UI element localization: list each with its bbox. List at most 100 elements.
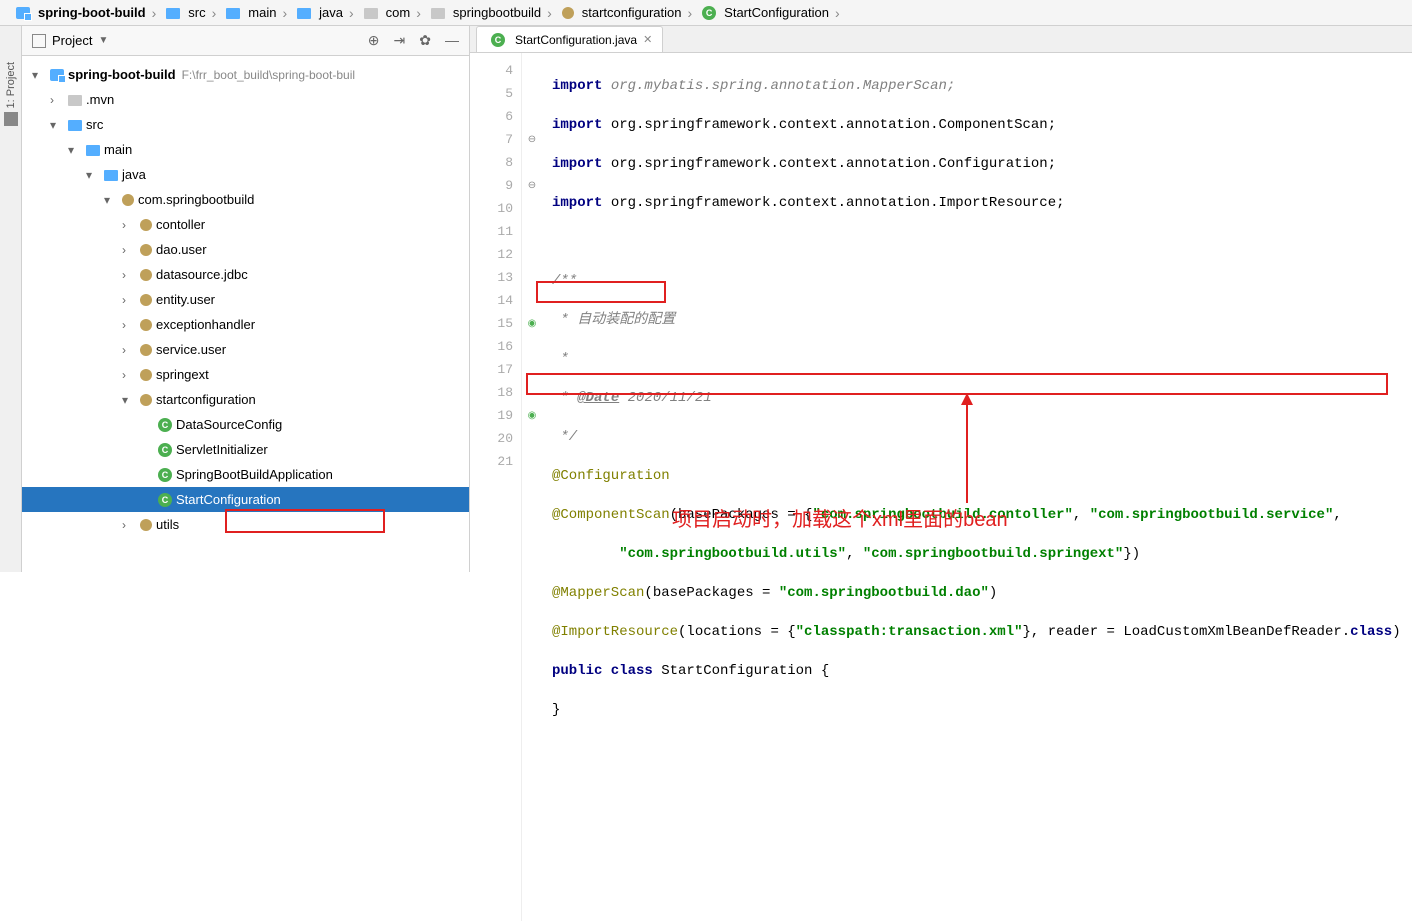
tree-row-startconfiguration[interactable]: ▾ startconfiguration [22, 387, 469, 412]
tree-row-springext[interactable]: ›springext [22, 362, 469, 387]
line-number: 19 [470, 404, 513, 427]
project-icon [4, 112, 18, 126]
breadcrumb-item-1[interactable]: src [158, 5, 209, 20]
breadcrumb-item-4[interactable]: com [356, 5, 415, 20]
expand-toggle[interactable]: ▾ [32, 68, 46, 82]
tree-label: com.springbootbuild [138, 192, 254, 207]
chevron-right-icon: › [547, 5, 552, 21]
tree-row-springbootbuildapplication[interactable]: CSpringBootBuildApplication [22, 462, 469, 487]
close-icon[interactable]: ✕ [643, 33, 652, 46]
tree-label: startconfiguration [156, 392, 256, 407]
line-number: 5 [470, 82, 513, 105]
folder-icon [431, 8, 445, 19]
tree-row--mvn[interactable]: ›.mvn [22, 87, 469, 112]
tree-label: contoller [156, 217, 205, 232]
line-number: 12 [470, 243, 513, 266]
expand-toggle[interactable]: › [122, 318, 136, 332]
breadcrumb-item-7[interactable]: CStartConfiguration [694, 5, 833, 20]
expand-toggle[interactable]: ▾ [104, 193, 118, 207]
folder-icon [68, 95, 82, 106]
expand-toggle[interactable]: ▾ [86, 168, 100, 182]
breadcrumb-item-6[interactable]: startconfiguration [554, 5, 686, 20]
expand-toggle[interactable]: ▾ [68, 143, 82, 157]
project-title[interactable]: Project ▼ [32, 33, 368, 48]
tree-label: dao.user [156, 242, 207, 257]
tree-row-startconfiguration[interactable]: C StartConfiguration [22, 487, 469, 512]
chevron-right-icon: › [835, 5, 840, 21]
tree-row-main[interactable]: ▾ main [22, 137, 469, 162]
folder-icon [68, 120, 82, 131]
package-icon [140, 294, 152, 306]
folder-icon [104, 170, 118, 181]
tree-row-service-user[interactable]: ›service.user [22, 337, 469, 362]
expand-toggle[interactable]: › [122, 343, 136, 357]
folder-icon [86, 145, 100, 156]
line-number: 6 [470, 105, 513, 128]
breadcrumb-item-5[interactable]: springbootbuild [423, 5, 545, 20]
tree-row-datasource-jdbc[interactable]: ›datasource.jdbc [22, 262, 469, 287]
folder-icon [226, 8, 240, 19]
line-number: 10 [470, 197, 513, 220]
locate-icon[interactable]: ⊕ [368, 32, 380, 49]
tree-label: StartConfiguration [176, 492, 281, 507]
class-icon: C [491, 33, 505, 47]
collapse-icon[interactable]: ⇥ [394, 32, 406, 49]
project-panel: Project ▼ ⊕ ⇥ ✿ — ▾spring-boot-buildF:\f… [22, 26, 470, 572]
expand-toggle[interactable]: ▾ [122, 393, 136, 407]
code-content[interactable]: import org.mybatis.spring.annotation.Map… [542, 53, 1412, 921]
tool-window-strip: 1: Project [0, 26, 22, 572]
line-number: 14 [470, 289, 513, 312]
editor-tab-startconfiguration[interactable]: C StartConfiguration.java ✕ [476, 26, 663, 52]
expand-toggle[interactable]: › [50, 93, 64, 107]
folder-icon [166, 8, 180, 19]
class-icon: C [158, 493, 172, 507]
expand-toggle[interactable]: › [122, 518, 136, 532]
expand-toggle[interactable]: › [122, 218, 136, 232]
bean-marker-icon[interactable]: ◉ [522, 312, 542, 335]
tree-row-src[interactable]: ▾src [22, 112, 469, 137]
line-number: 18 [470, 381, 513, 404]
bean-marker-icon[interactable]: ◉ [522, 404, 542, 427]
tree-row-servletinitializer[interactable]: CServletInitializer [22, 437, 469, 462]
breadcrumb-item-0[interactable]: spring-boot-build [8, 5, 150, 20]
package-icon [140, 344, 152, 356]
tree-row-utils[interactable]: ›utils [22, 512, 469, 537]
tree-row-java[interactable]: ▾ java [22, 162, 469, 187]
tree-row-entity-user[interactable]: ›entity.user [22, 287, 469, 312]
line-number: 8 [470, 151, 513, 174]
package-icon [140, 369, 152, 381]
tree-row-exceptionhandler[interactable]: ›exceptionhandler [22, 312, 469, 337]
project-tree[interactable]: ▾spring-boot-buildF:\frr_boot_build\spri… [22, 56, 469, 572]
line-number: 7 [470, 128, 513, 151]
breadcrumb-item-3[interactable]: java [289, 5, 347, 20]
line-number: 9 [470, 174, 513, 197]
expand-toggle[interactable]: › [122, 268, 136, 282]
expand-toggle[interactable]: › [122, 293, 136, 307]
package-icon [140, 269, 152, 281]
expand-toggle[interactable]: › [122, 243, 136, 257]
chevron-right-icon: › [212, 5, 217, 21]
module-icon [16, 7, 30, 19]
tree-label: java [122, 167, 146, 182]
line-number: 17 [470, 358, 513, 381]
breadcrumb-item-2[interactable]: main [218, 5, 280, 20]
settings-icon[interactable]: ✿ [419, 32, 431, 49]
tree-row-contoller[interactable]: › contoller [22, 212, 469, 237]
class-icon: C [158, 418, 172, 432]
code-editor[interactable]: 456789101112131415161718192021 ⊖ ⊖ ◉ ◉ i… [470, 53, 1412, 921]
project-view-icon [32, 34, 46, 48]
breadcrumb: spring-boot-build› src› main› java› com›… [0, 0, 1412, 26]
tree-row-datasourceconfig[interactable]: CDataSourceConfig [22, 412, 469, 437]
project-header: Project ▼ ⊕ ⇥ ✿ — [22, 26, 469, 56]
tree-label: main [104, 142, 132, 157]
editor-panel: C StartConfiguration.java ✕ 456789101112… [470, 26, 1412, 572]
line-gutter: 456789101112131415161718192021 [470, 53, 522, 921]
expand-toggle[interactable]: ▾ [50, 118, 64, 132]
project-tool-tab[interactable]: 1: Project [4, 56, 18, 126]
expand-toggle[interactable]: › [122, 368, 136, 382]
line-number: 4 [470, 59, 513, 82]
tree-row-dao-user[interactable]: › dao.user [22, 237, 469, 262]
hide-icon[interactable]: — [445, 32, 459, 49]
tree-row-spring-boot-build[interactable]: ▾spring-boot-buildF:\frr_boot_build\spri… [22, 62, 469, 87]
tree-row-com-springbootbuild[interactable]: ▾ com.springbootbuild [22, 187, 469, 212]
